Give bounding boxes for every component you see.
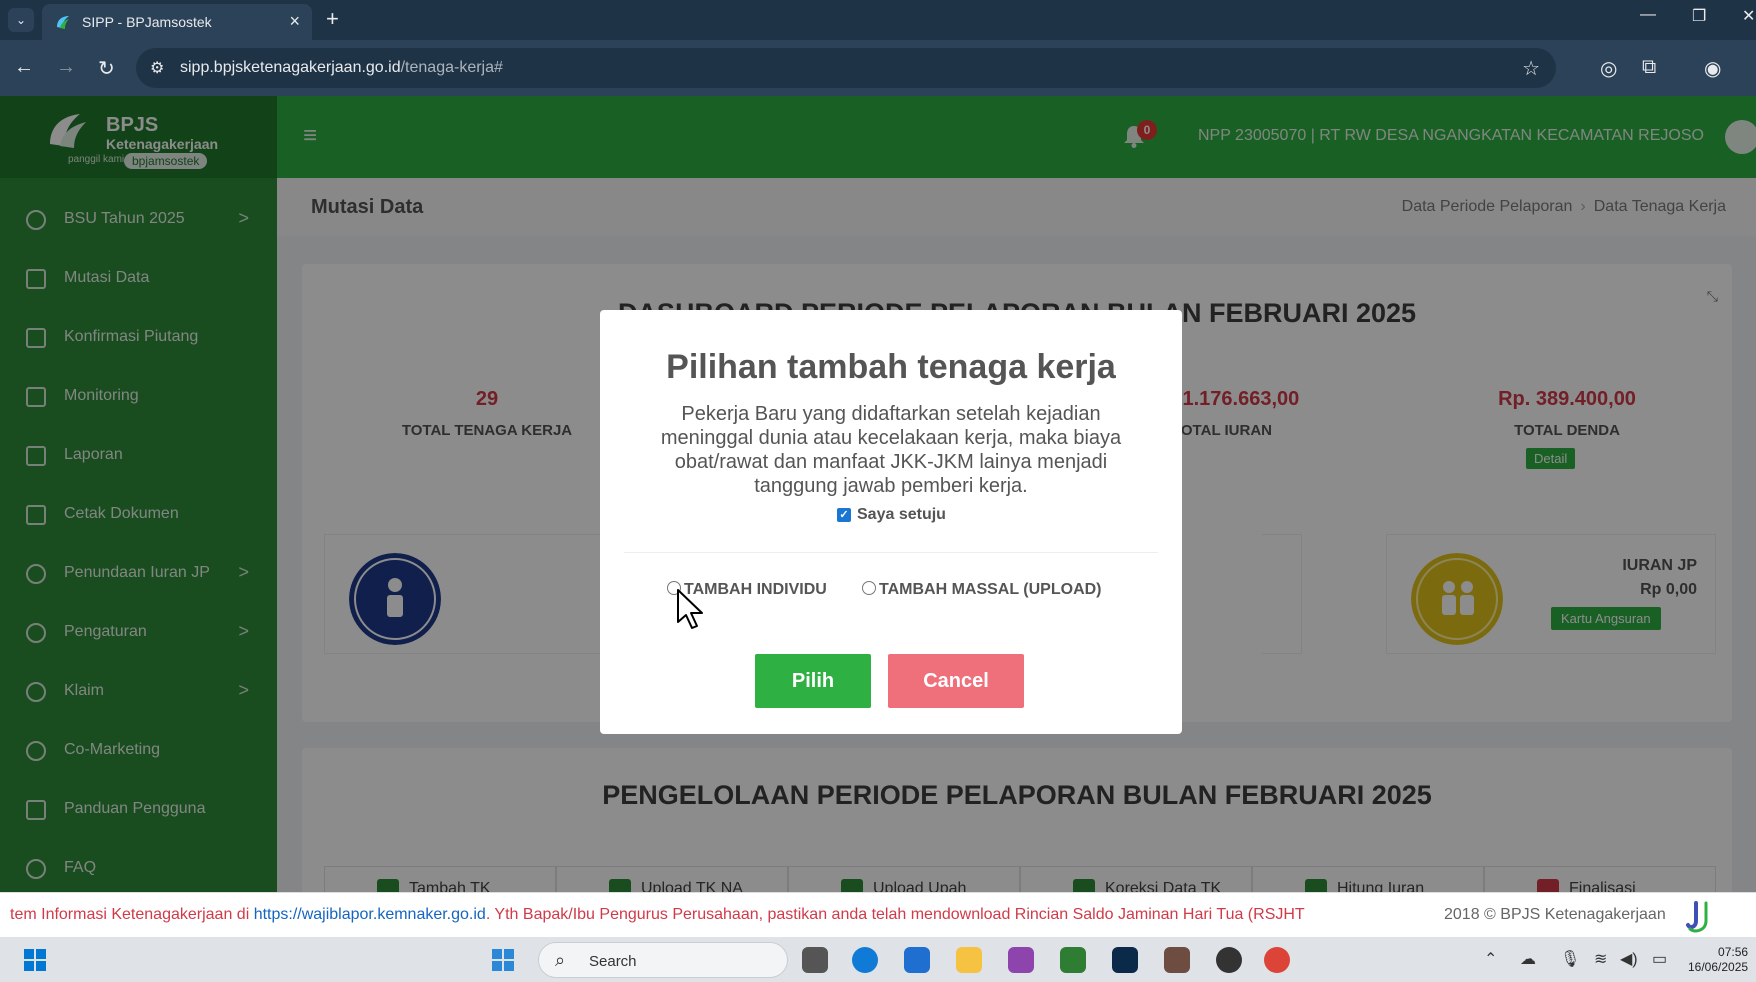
instagram-icon[interactable] — [1008, 947, 1034, 973]
wifi-icon[interactable]: ≋ — [1594, 949, 1607, 969]
microphone-icon[interactable]: 🎙 — [1560, 949, 1580, 969]
profile-icon[interactable]: ◉ — [1704, 56, 1721, 81]
pilih-button[interactable]: Pilih — [755, 654, 871, 708]
forward-icon[interactable]: → — [56, 56, 76, 79]
agree-label: Saya setuju — [857, 506, 946, 523]
taskbar-search[interactable]: ⌕ Search — [538, 942, 788, 978]
footer: tem Informasi Ketenagakerjaan di https:/… — [0, 892, 1756, 937]
app-icon[interactable] — [1164, 947, 1190, 973]
cloud-icon[interactable]: ☁ — [1520, 949, 1536, 969]
tab-title: SIPP - BPJamsostek — [82, 14, 212, 30]
tab-close-icon[interactable]: × — [289, 11, 300, 32]
taskbar-search-placeholder: Search — [589, 953, 637, 970]
radio-tambah-massal[interactable]: TAMBAH MASSAL (UPLOAD) — [862, 581, 1102, 599]
browser-toolbar: ← → ↻ ⚙ sipp.bpjsketenagakerjaan.go.id/t… — [0, 40, 1756, 96]
restore-icon[interactable]: ❐ — [1692, 6, 1706, 26]
radio-unselected-icon[interactable] — [862, 581, 876, 595]
url-text: sipp.bpjsketenagakerjaan.go.id/tenaga-ke… — [180, 59, 503, 76]
wajiblapor-link[interactable]: https://wajiblapor.kemnaker.go.id — [254, 906, 486, 923]
chrome-icon[interactable] — [1264, 947, 1290, 973]
modal-title: Pilihan tambah tenaga kerja — [666, 348, 1116, 386]
add-worker-modal: Pilihan tambah tenaga kerja Pekerja Baru… — [600, 310, 1182, 734]
app-icon[interactable] — [1216, 947, 1242, 973]
translate-icon[interactable]: ◎ — [1600, 56, 1617, 81]
window-close-icon[interactable]: ✕ — [1742, 6, 1755, 26]
agree-checkbox[interactable]: ✓ Saya setuju — [837, 506, 946, 524]
announcement-marquee: tem Informasi Ketenagakerjaan di https:/… — [10, 906, 1305, 923]
tab-list-button[interactable]: ⌄ — [8, 8, 34, 32]
mouse-cursor-icon — [677, 589, 703, 629]
cancel-button[interactable]: Cancel — [888, 654, 1024, 708]
new-tab-icon[interactable]: + — [326, 6, 339, 32]
back-icon[interactable]: ← — [14, 56, 34, 79]
checkbox-checked-icon[interactable]: ✓ — [837, 508, 851, 522]
volume-icon[interactable]: ◀) — [1620, 949, 1638, 969]
system-clock[interactable]: 07:56 16/06/2025 — [1688, 945, 1748, 975]
site-settings-icon[interactable]: ⚙ — [150, 58, 164, 78]
edge-icon[interactable] — [852, 947, 878, 973]
task-view-icon[interactable] — [802, 947, 828, 973]
extensions-icon[interactable]: ⧉ — [1642, 56, 1656, 79]
os-taskbar: ⌕ Search ⌃ ☁ 🎙 ≋ ◀) ▭ 07:56 16/06/2025 — [0, 937, 1756, 982]
address-bar[interactable]: ⚙ sipp.bpjsketenagakerjaan.go.id/tenaga-… — [136, 48, 1556, 88]
store-icon[interactable] — [904, 947, 930, 973]
bookmark-star-icon[interactable]: ☆ — [1522, 56, 1540, 81]
windows-start-icon[interactable] — [24, 949, 46, 971]
copyright: 2018 © BPJS Ketenagakerjaan — [1444, 906, 1666, 923]
photoshop-icon[interactable] — [1112, 947, 1138, 973]
jmo-logo-icon[interactable] — [1682, 899, 1722, 935]
search-icon: ⌕ — [555, 950, 566, 970]
browser-tab[interactable]: SIPP - BPJamsostek × — [42, 4, 312, 40]
tray-expand-icon[interactable]: ⌃ — [1484, 949, 1497, 969]
minimize-icon[interactable]: — — [1640, 6, 1656, 24]
modal-description: Pekerja Baru yang didaftarkan setelah ke… — [660, 403, 1122, 497]
xbox-icon[interactable] — [1060, 947, 1086, 973]
battery-icon[interactable]: ▭ — [1652, 949, 1667, 969]
file-explorer-icon[interactable] — [956, 947, 982, 973]
bpjs-favicon-icon — [57, 16, 69, 29]
reload-icon[interactable]: ↻ — [98, 56, 115, 81]
modal-divider — [624, 552, 1158, 553]
windows-logo-icon[interactable] — [492, 949, 514, 971]
browser-tab-bar: ⌄ SIPP - BPJamsostek × + — ❐ ✕ — [0, 0, 1756, 40]
